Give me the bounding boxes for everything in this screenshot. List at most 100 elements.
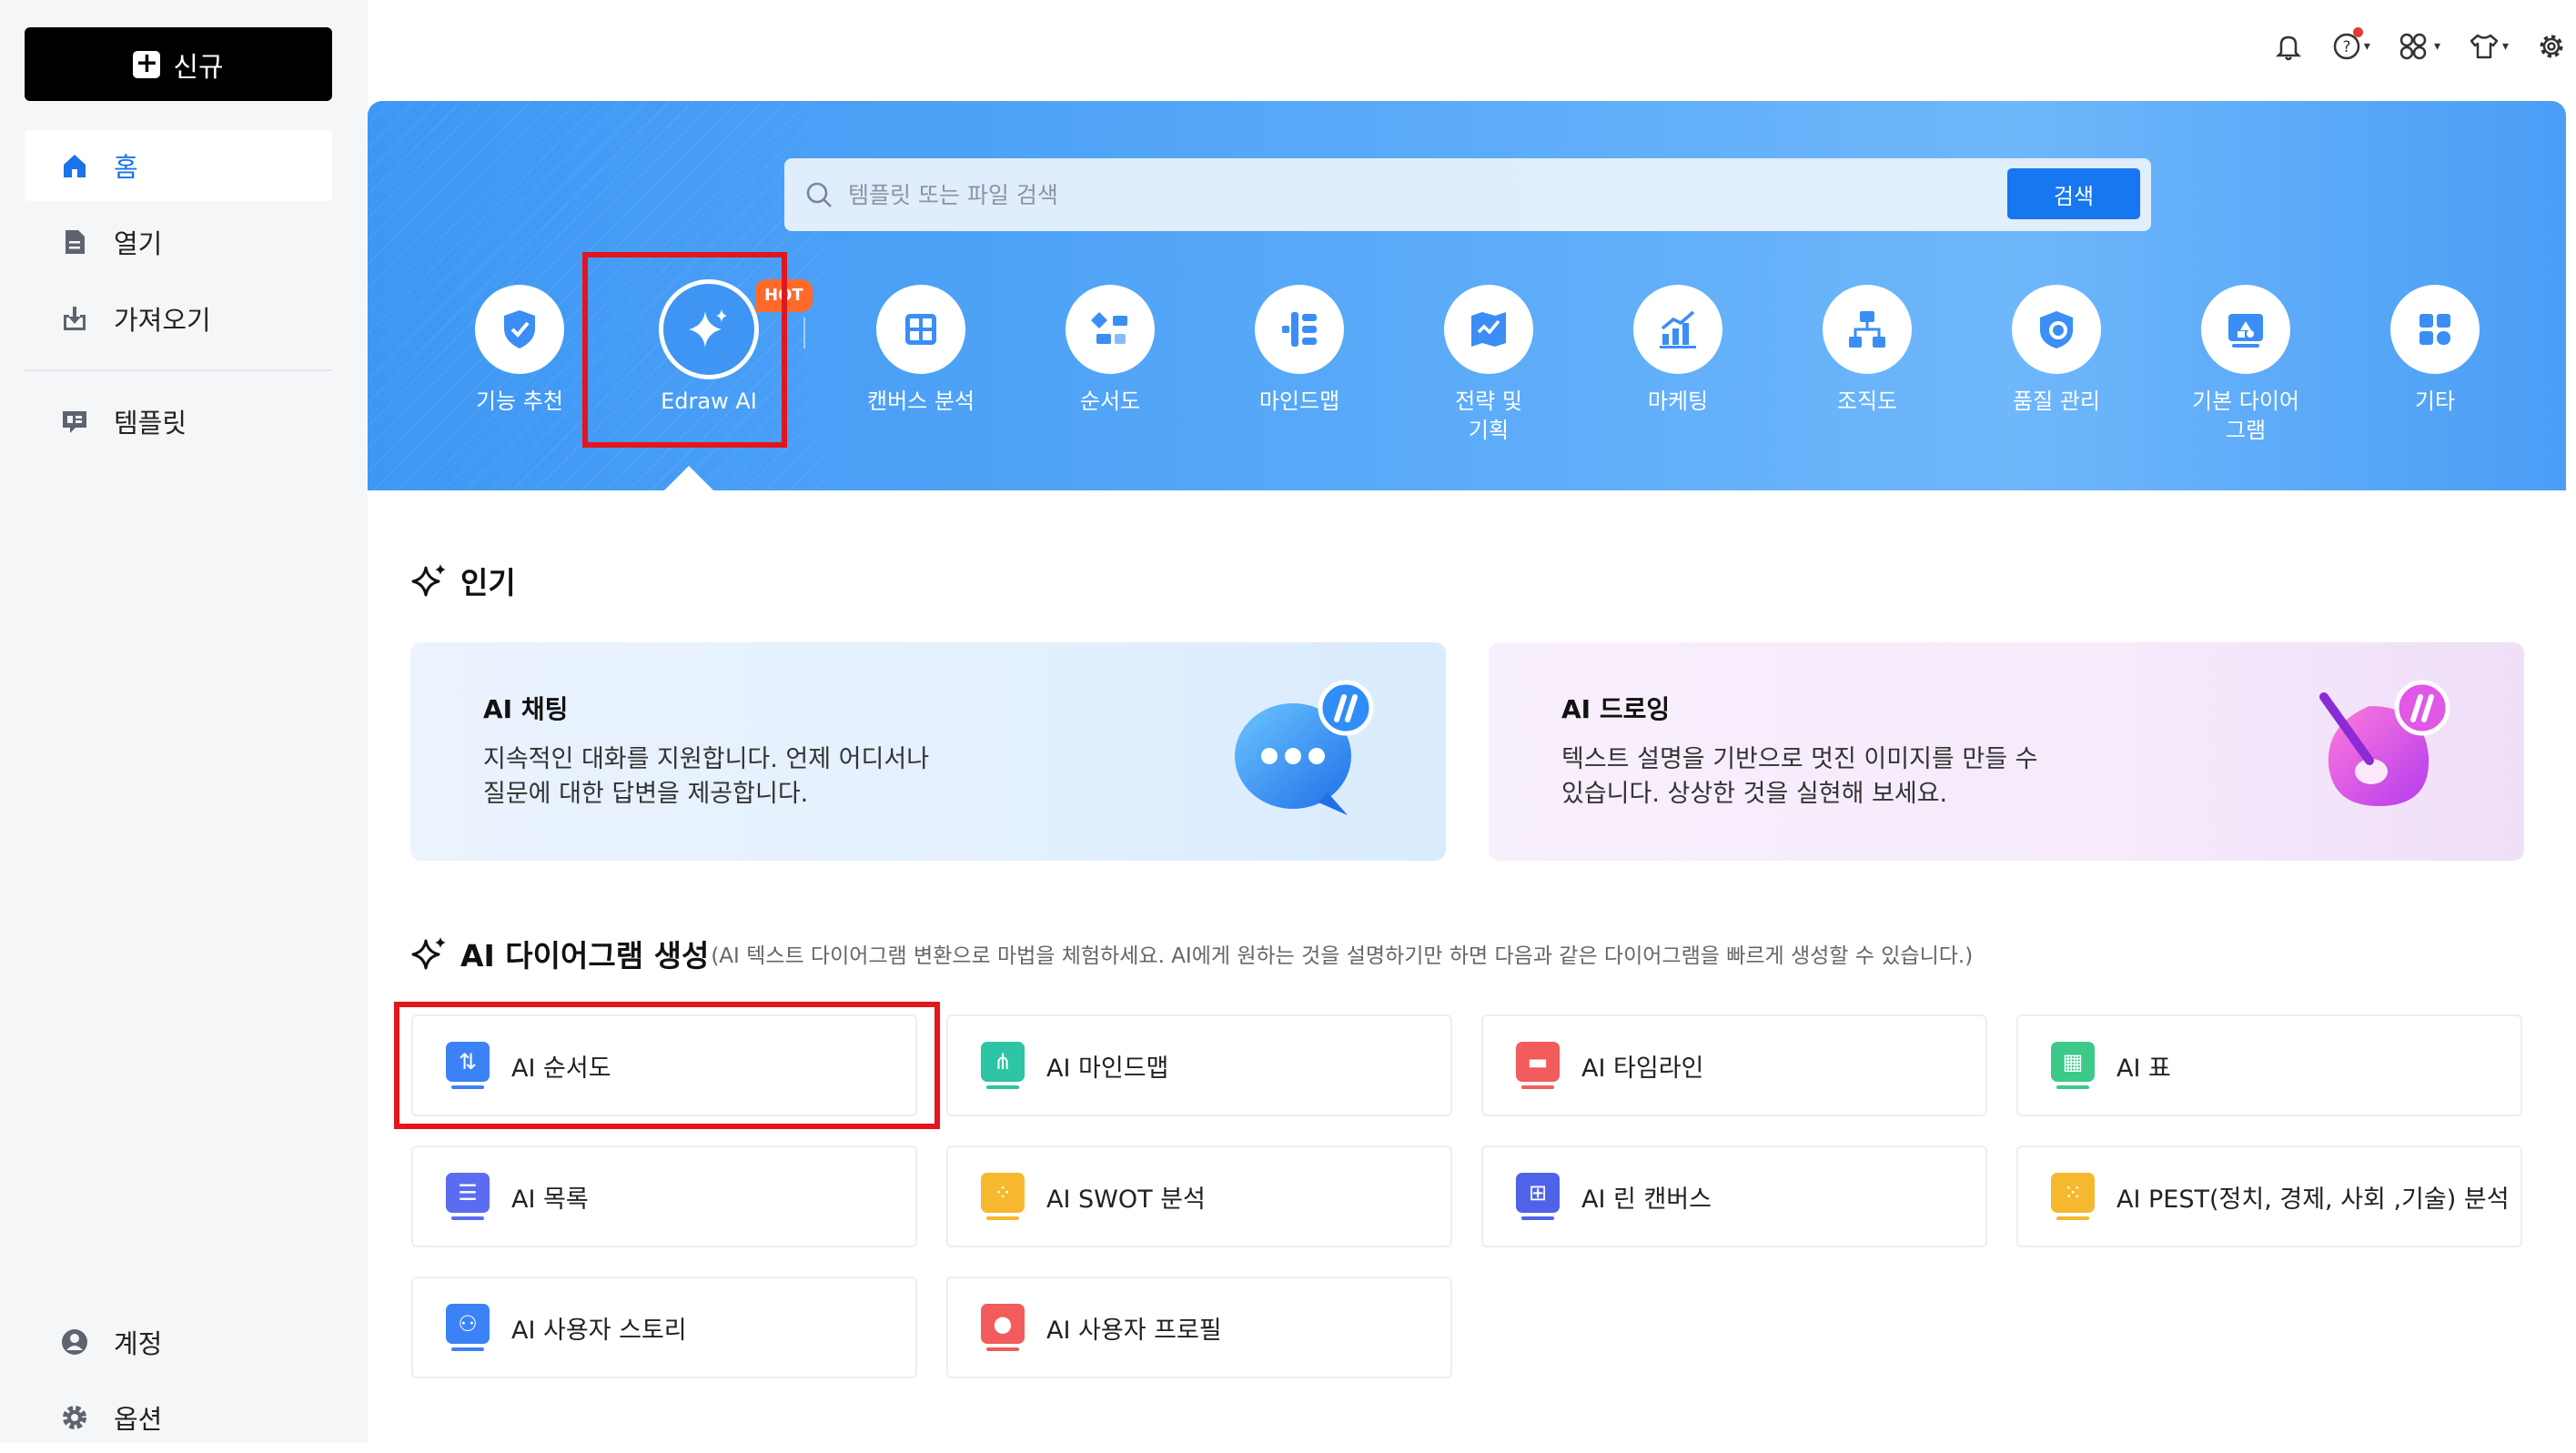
plus-icon: +: [133, 49, 161, 78]
orgchart-icon: [1823, 285, 1912, 374]
ai-tile-label: AI 린 캔버스: [1581, 1185, 1712, 1214]
category-label: 마케팅: [1647, 388, 1709, 414]
card-ai-chat[interactable]: AI 채팅 지속적인 대화를 지원합니다. 언제 어디서나 질문에 대한 답변을…: [410, 642, 1446, 861]
category-label: 마인드맵: [1258, 388, 1340, 414]
ai-tile-user-story[interactable]: ⚇ AI 사용자 스토리: [411, 1276, 917, 1378]
other-icon: [2390, 285, 2480, 374]
chevron-down-icon: ▾: [2501, 39, 2509, 54]
gear-icon: [59, 1402, 90, 1433]
ai-tile-label: AI 목록: [511, 1185, 589, 1214]
swot-icon: ⁘: [981, 1173, 1025, 1220]
ai-tile-mindmap[interactable]: ⋔ AI 마인드맵: [946, 1014, 1452, 1116]
sidebar-divider: [25, 369, 332, 371]
sidebar-item-label: 열기: [114, 228, 163, 259]
ai-tile-table[interactable]: ▦ AI 표: [2016, 1014, 2522, 1116]
ai-tile-lean-canvas[interactable]: ⊞ AI 린 캔버스: [1481, 1145, 1987, 1247]
popular-section-title: 인기: [411, 559, 516, 602]
ai-tile-pest[interactable]: ⁙ AI PEST(정치, 경제, 사회 ,기술) 분석: [2016, 1145, 2522, 1247]
sidebar-item-templates[interactable]: 템플릿: [25, 386, 332, 457]
ai-tile-user-profile[interactable]: ● AI 사용자 프로필: [946, 1276, 1452, 1378]
list-icon: ☰: [446, 1173, 490, 1220]
mindmap-icon: ⋔: [981, 1042, 1025, 1089]
sidebar-item-label: 옵션: [114, 1404, 163, 1435]
category-other[interactable]: 기타: [2353, 285, 2517, 416]
pest-icon: ⁙: [2051, 1173, 2095, 1220]
category-quality[interactable]: 품질 관리: [1975, 285, 2138, 416]
category-label: 조직도: [1836, 388, 1898, 414]
sidebar-item-import[interactable]: 가져오기: [25, 283, 332, 354]
shirt-icon[interactable]: ▾: [2468, 31, 2509, 62]
category-orgchart[interactable]: 조직도: [1785, 285, 1949, 416]
account-icon: [59, 1327, 90, 1357]
ai-tile-list[interactable]: ☰ AI 목록: [411, 1145, 917, 1247]
ai-tile-flowchart[interactable]: ⇅ AI 순서도: [411, 1014, 917, 1116]
ai-tile-label: AI 타임라인: [1581, 1054, 1704, 1083]
search-bar: 검색: [784, 158, 2151, 231]
category-marketing[interactable]: 마케팅: [1596, 285, 1760, 416]
ai-tile-label: AI 표: [2116, 1054, 2171, 1083]
sparkle-icon: [411, 937, 446, 970]
ai-tile-label: AI 사용자 스토리: [511, 1316, 687, 1345]
bell-icon[interactable]: [2273, 31, 2304, 62]
flowchart-icon: ⇅: [446, 1042, 490, 1089]
card-ai-drawing[interactable]: AI 드로잉 텍스트 설명을 기반으로 멋진 이미지를 만들 수 있습니다. 상…: [1489, 642, 2524, 861]
selected-category-pointer: [663, 466, 714, 491]
category-strategy[interactable]: 전략 및 기획: [1407, 285, 1571, 445]
sidebar-item-account[interactable]: 계정: [25, 1307, 332, 1377]
ai-tile-label: AI SWOT 분석: [1046, 1185, 1206, 1214]
sparkle-icon: [411, 564, 446, 597]
notification-dot: [2352, 27, 2363, 37]
ai-tile-swot[interactable]: ⁘ AI SWOT 분석: [946, 1145, 1452, 1247]
mindmap-icon: [1255, 285, 1344, 374]
ai-tile-label: AI 사용자 프로필: [1046, 1316, 1222, 1345]
sidebar-item-open[interactable]: 열기: [25, 207, 332, 277]
sidebar-item-label: 계정: [114, 1328, 163, 1359]
ai-tile-label: AI 마인드맵: [1046, 1054, 1169, 1083]
feature-icon: [475, 285, 564, 374]
settings-icon[interactable]: [2536, 31, 2567, 62]
category-feature-recommend[interactable]: 기능 추천: [438, 285, 601, 416]
top-toolbar: ? ▾ ▾ ▾: [2273, 27, 2567, 62]
strategy-icon: [1444, 285, 1533, 374]
card-title: AI 드로잉: [1561, 694, 1671, 724]
section-title-text: 인기: [460, 565, 516, 600]
user-story-icon: ⚇: [446, 1304, 490, 1351]
card-description: 텍스트 설명을 기반으로 멋진 이미지를 만들 수 있습니다. 상상한 것을 실…: [1561, 745, 2038, 808]
sidebar-item-home[interactable]: 홈: [25, 130, 332, 201]
basic-diagram-icon: [2201, 285, 2290, 374]
palette-icon: [2319, 680, 2450, 806]
category-flowchart[interactable]: 순서도: [1028, 285, 1192, 416]
quality-icon: [2012, 285, 2101, 374]
category-label: 캔버스 분석: [866, 388, 975, 414]
sidebar-item-options[interactable]: 옵션: [25, 1382, 332, 1453]
sidebar-item-label: 가져오기: [114, 305, 211, 336]
new-button-label: 신규: [173, 51, 224, 84]
apps-icon[interactable]: ▾: [2398, 31, 2440, 62]
search-button[interactable]: 검색: [2007, 168, 2140, 219]
section-subtitle: (AI 텍스트 다이어그램 변환으로 마법을 체험하세요. AI에게 원하는 것…: [711, 944, 1974, 968]
chevron-down-icon: ▾: [2363, 39, 2370, 54]
chat-bubble-icon: [1235, 680, 1374, 815]
card-title: AI 채팅: [483, 694, 569, 724]
ai-gen-section-title: AI 다이어그램 생성 (AI 텍스트 다이어그램 변환으로 마법을 체험하세요…: [411, 932, 1973, 975]
user-profile-icon: ●: [981, 1304, 1025, 1351]
sidebar-item-label: 템플릿: [114, 408, 187, 439]
svg-text:?: ?: [2342, 38, 2350, 56]
search-input[interactable]: [848, 181, 2151, 208]
flowchart-icon: [1066, 285, 1155, 374]
category-mindmap[interactable]: 마인드맵: [1217, 285, 1381, 416]
card-description: 지속적인 대화를 지원합니다. 언제 어디서나 질문에 대한 답변을 제공합니다…: [483, 745, 930, 808]
help-icon[interactable]: ? ▾: [2331, 27, 2370, 62]
file-icon: [59, 227, 90, 257]
canvas-icon: [876, 285, 965, 374]
category-label: 품질 관리: [2013, 388, 2100, 414]
ai-tile-timeline[interactable]: ▬ AI 타임라인: [1481, 1014, 1987, 1116]
category-label: 순서도: [1079, 388, 1141, 414]
new-button[interactable]: + 신규: [25, 27, 332, 101]
home-icon: [59, 150, 90, 181]
ai-tile-label: AI 순서도: [511, 1054, 611, 1083]
highlight-box: [582, 252, 787, 448]
category-basic-diagram[interactable]: 기본 다이어그램: [2164, 285, 2328, 445]
category-canvas-analysis[interactable]: 캔버스 분석: [839, 285, 1003, 416]
category-label: 기본 다이어그램: [2191, 388, 2300, 443]
